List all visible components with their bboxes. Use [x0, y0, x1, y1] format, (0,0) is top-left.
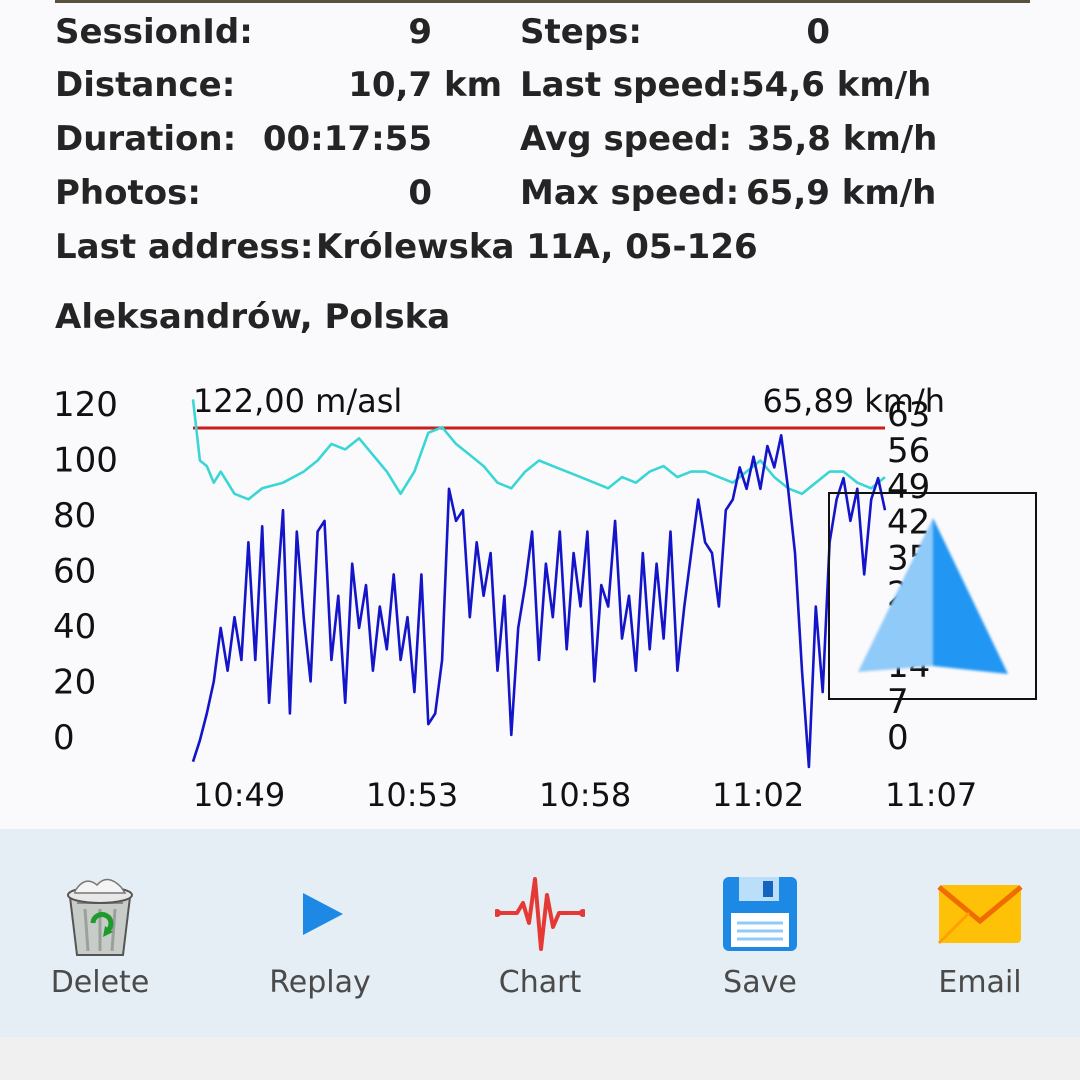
chart-title-altitude: 122,00 m/asl	[193, 382, 402, 420]
top-image-strip	[55, 0, 1030, 3]
x-tick-label: 10:53	[366, 776, 458, 814]
chart-button[interactable]: Chart	[450, 829, 630, 1037]
session-id-value: 9	[408, 12, 432, 52]
max-speed-label: Max speed:	[520, 173, 740, 213]
steps-value: 0	[806, 12, 830, 52]
x-tick-label: 10:58	[539, 776, 631, 814]
max-speed-value: 65,9 km/h	[746, 173, 937, 213]
x-tick-label: 11:07	[885, 776, 977, 814]
duration-value: 00:17:55	[262, 119, 432, 159]
envelope-icon	[937, 885, 1023, 945]
y-left-tick-label: 100	[53, 441, 118, 481]
delete-button[interactable]: Delete	[10, 829, 190, 1037]
chart-title-speed: 65,89 km/h	[762, 382, 945, 420]
x-tick-label: 10:49	[193, 776, 285, 814]
replay-button[interactable]: Replay	[230, 829, 410, 1037]
distance-value: 10,7 km	[348, 65, 502, 105]
save-button[interactable]: Save	[670, 829, 850, 1037]
last-address-line2: Aleksandrów, Polska	[55, 297, 451, 337]
navigation-arrow-icon	[858, 518, 1008, 674]
avg-speed-label: Avg speed:	[520, 119, 733, 159]
last-speed-value: 54,6 km/h	[741, 65, 932, 105]
floppy-disk-icon	[723, 877, 797, 951]
y-left-tick-label: 120	[53, 385, 118, 425]
distance-label: Distance:	[55, 65, 236, 105]
y-right-tick-label: 56	[887, 431, 930, 471]
photos-value: 0	[408, 173, 432, 213]
play-icon	[303, 893, 343, 935]
system-nav-bar	[0, 1037, 1080, 1080]
photos-label: Photos:	[55, 173, 201, 213]
delete-label: Delete	[50, 965, 150, 1000]
y-right-tick-label: 0	[887, 718, 909, 758]
steps-label: Steps:	[520, 12, 642, 52]
y-axis-left: 120 100 80 60 40 20 0	[53, 385, 118, 758]
series-layer	[191, 399, 887, 769]
last-speed-label: Last speed:	[520, 65, 742, 105]
y-right-tick-label: 49	[887, 467, 930, 507]
bottom-toolbar: Delete Replay Chart Save Email	[0, 829, 1080, 1037]
y-left-tick-label: 80	[53, 496, 96, 536]
chart-label: Chart	[498, 965, 582, 1000]
duration-label: Duration:	[55, 119, 237, 159]
session-id-label: SessionId:	[55, 12, 253, 52]
recycle-bin-icon	[67, 878, 133, 956]
speed-altitude-chart: 120100806040200 635649423528211470 10:49…	[0, 370, 1080, 825]
x-tick-label: 11:02	[712, 776, 804, 814]
y-left-tick-label: 0	[53, 718, 75, 758]
y-right-tick-label: 42	[887, 503, 930, 543]
last-address-line1: Królewska 11A, 05-126	[316, 227, 758, 267]
y-left-tick-label: 40	[53, 607, 96, 647]
y-right-tick-label: 7	[887, 682, 909, 722]
chart-svg: 120100806040200 635649423528211470 10:49…	[53, 382, 1037, 814]
avg-speed-value: 35,8 km/h	[747, 119, 938, 159]
last-address-label: Last address:	[55, 227, 314, 267]
y-left-tick-label: 60	[53, 552, 96, 592]
pulse-chart-icon	[495, 877, 585, 951]
replay-label: Replay	[269, 965, 371, 1000]
x-axis: 10:49 10:53 10:58 11:02 11:07	[193, 776, 977, 814]
y-left-tick-label: 20	[53, 663, 96, 703]
save-label: Save	[723, 965, 797, 1000]
email-label: Email	[938, 965, 1022, 1000]
speed-line	[191, 434, 887, 769]
email-button[interactable]: Email	[890, 829, 1070, 1037]
